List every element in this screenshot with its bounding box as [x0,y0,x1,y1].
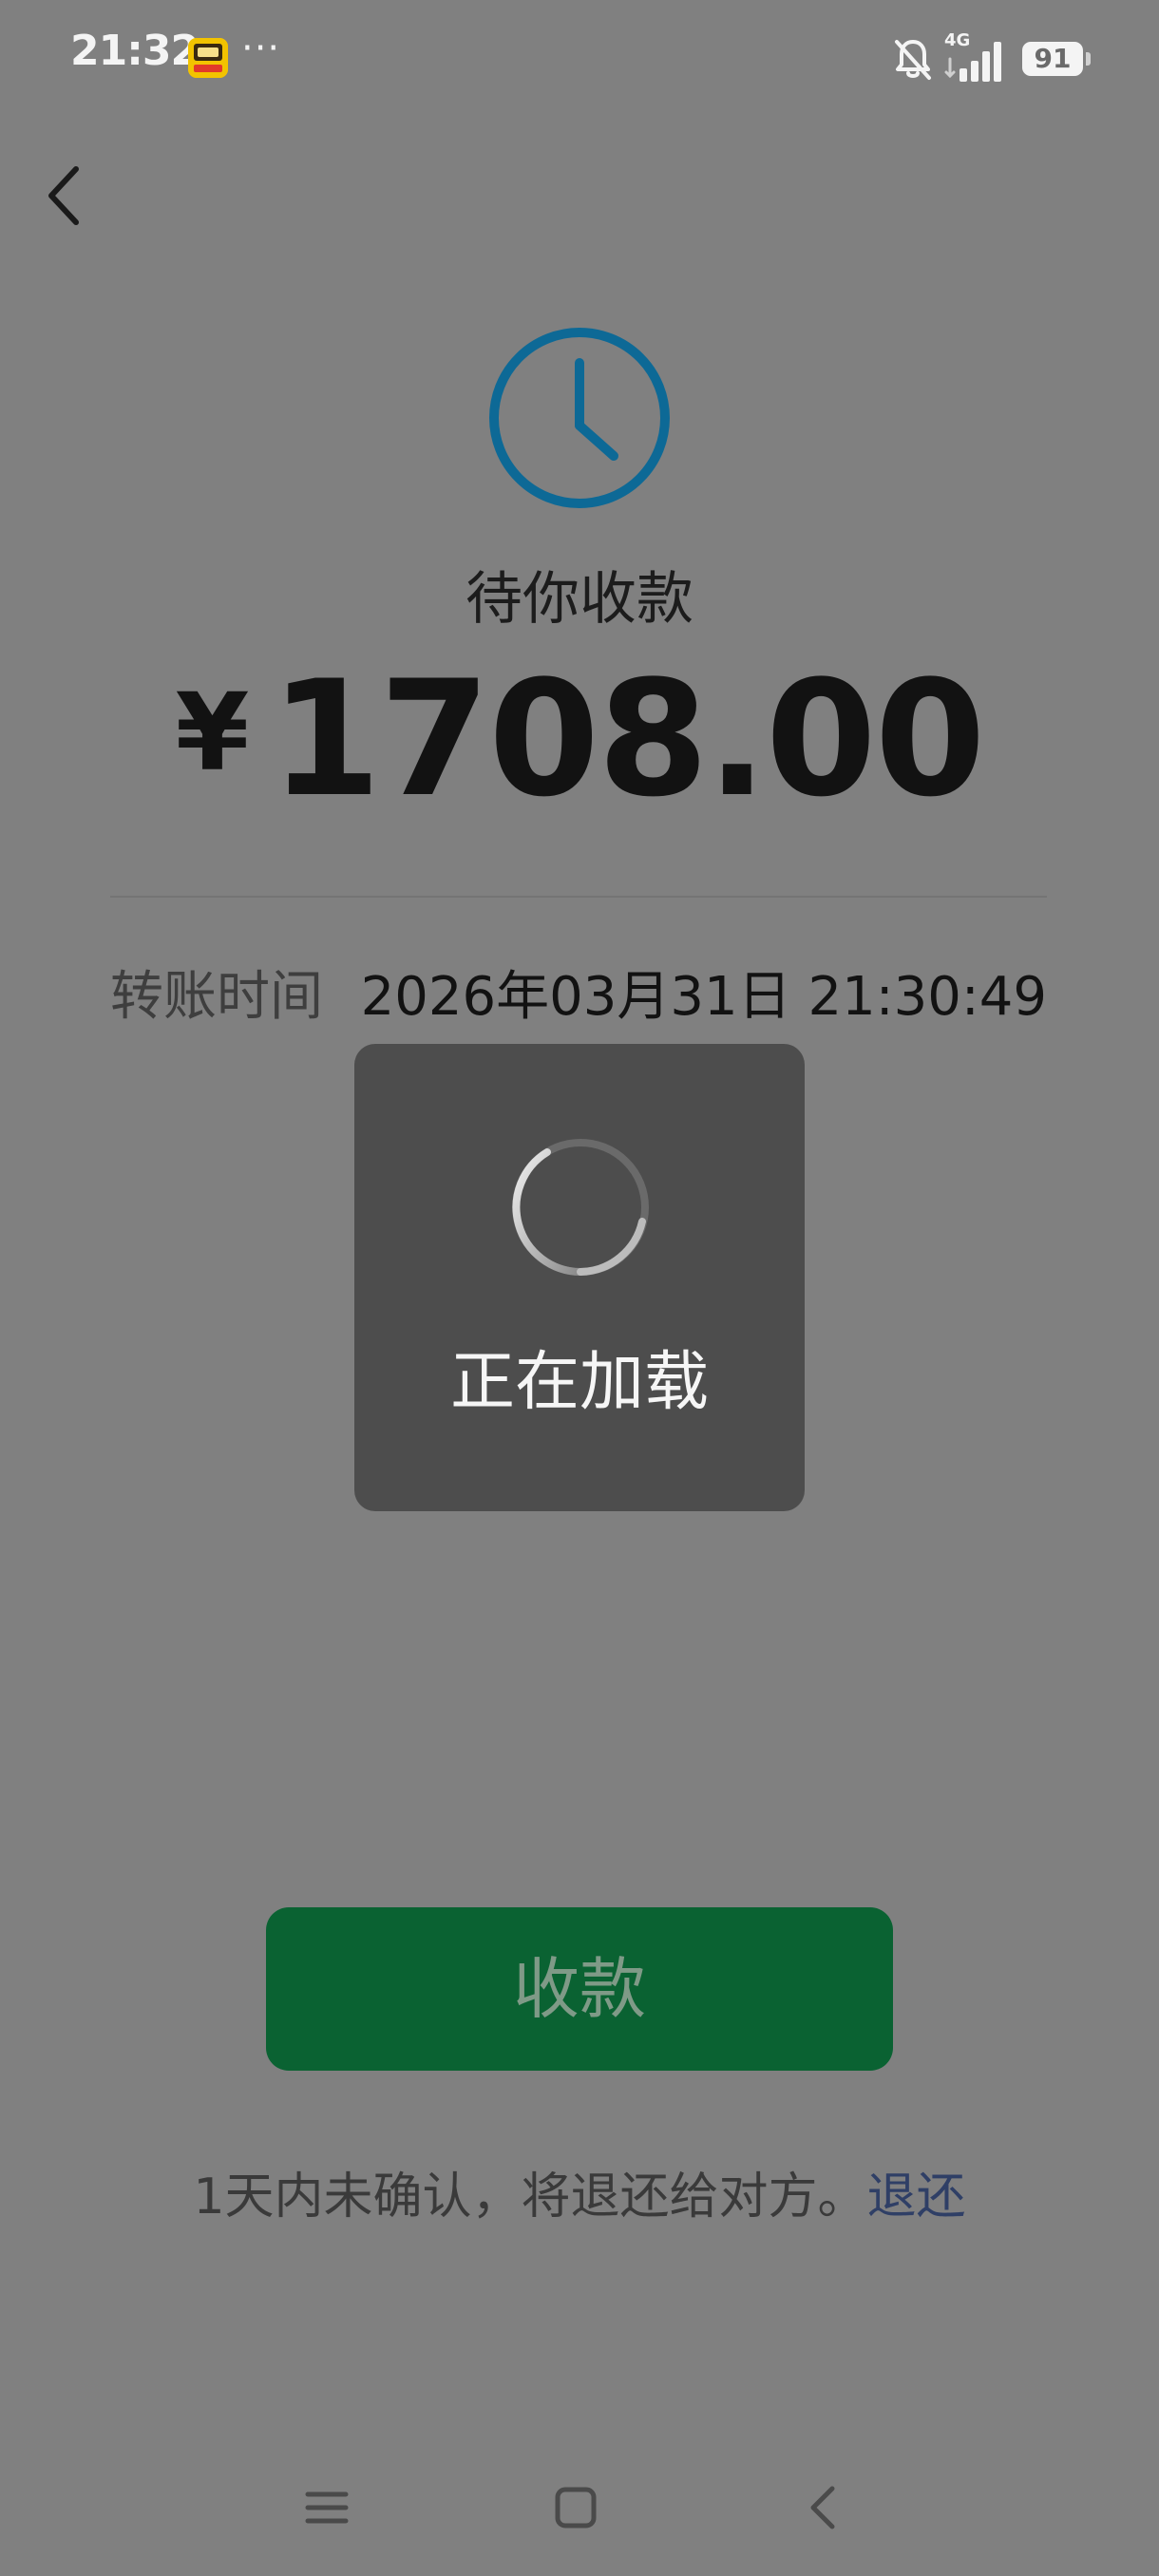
status-more-dots: ··· [241,27,281,70]
refund-note: 1天内未确认，将退还给对方。退还 [0,2156,1159,2227]
chevron-left-icon [34,166,101,237]
transfer-time-value: 2026年03月31日 21:30:49 [360,966,1047,1028]
battery-icon: 91 [1022,42,1091,76]
transfer-amount: ¥1708.00 [0,659,1159,819]
currency-symbol: ¥ [175,672,250,795]
app-notification-icon [188,38,228,78]
menu-icon[interactable] [289,2470,365,2546]
loading-text: 正在加载 [449,1345,709,1420]
home-icon[interactable] [538,2470,614,2546]
status-time: 21:32 [70,27,200,75]
refund-note-text: 1天内未确认，将退还给对方。 [193,2169,867,2226]
transfer-status-title: 待你收款 [466,566,694,633]
clock-icon [484,323,674,513]
back-button[interactable] [34,158,101,234]
bell-muted-icon [893,38,933,82]
status-right-icons: 4G 91 [893,30,1091,87]
transfer-time-label: 转账时间 [110,966,323,1028]
spinner-icon [509,1136,652,1279]
system-navigation-bar [0,2470,1159,2546]
back-icon[interactable] [787,2470,863,2546]
divider [110,896,1047,898]
receive-button[interactable]: 收款 [266,1907,893,2071]
refund-link[interactable]: 退还 [867,2169,966,2226]
status-bar: 21:32 ··· 4G 91 [0,0,1159,114]
signal-icon [944,38,1003,84]
loading-toast: 正在加载 [354,1044,805,1511]
transfer-time-row: 转账时间 2026年03月31日 21:30:49 [110,954,1047,1028]
amount-value: 1708.00 [270,646,985,832]
